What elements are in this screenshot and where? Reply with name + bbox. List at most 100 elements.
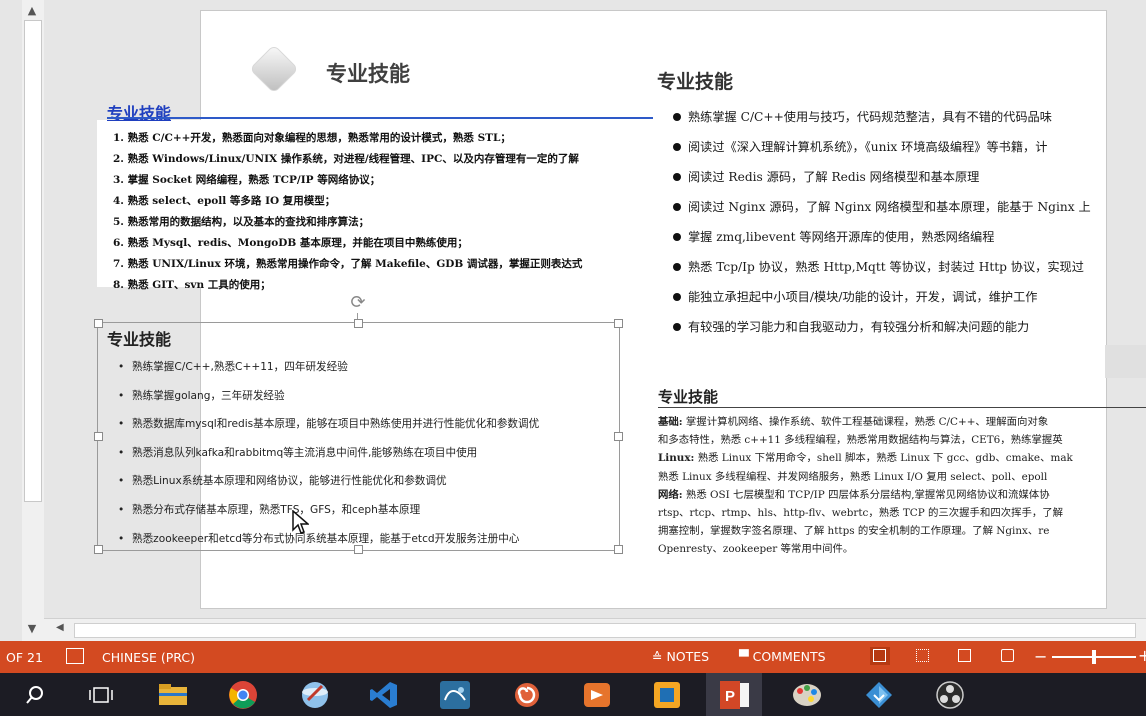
list-item: 7. 熟悉 UNIX/Linux 环境，熟悉常用操作命令，了解 Makefile…: [113, 258, 583, 270]
svg-text:P: P: [725, 688, 735, 705]
scroll-left-icon[interactable]: ◀: [56, 622, 64, 633]
list-item: 阅读过《深入理解计算机系统》，《unix 环境高级编程》等书籍，计: [673, 132, 1146, 162]
zoom-slider-thumb[interactable]: [1092, 650, 1096, 664]
list-item: 8. 熟悉 GIT、svn 工具的使用；: [113, 279, 271, 291]
reading-view-button[interactable]: [955, 647, 975, 665]
slideshow-button[interactable]: [998, 647, 1018, 665]
app-diamond-icon[interactable]: [862, 678, 896, 712]
obs-icon[interactable]: [933, 678, 967, 712]
language-indicator[interactable]: CHINESE (PRC): [102, 650, 195, 665]
resume2-list[interactable]: 熟练掌握 C/C++使用与技巧，代码规范整洁，具有不错的代码品味 阅读过《深入理…: [673, 102, 1146, 342]
list-item: 4. 熟悉 select、epoll 等多路 IO 复用模型；: [113, 195, 336, 207]
comments-button[interactable]: ▀ COMMENTS: [735, 646, 830, 668]
list-item: 能独立承担起中小项目/模块/功能的设计，开发，调试，维护工作: [673, 282, 1146, 312]
paint-icon[interactable]: [790, 678, 824, 712]
list-item-text: 熟练掌握C/C++,熟悉C++11，四年研发经验: [132, 361, 348, 373]
resize-handle[interactable]: [354, 319, 363, 328]
resume1-list: 1. 熟悉 C/C++开发，熟悉面向对象编程的思想，熟悉常用的设计模式，熟悉 S…: [113, 128, 653, 296]
resume1-image[interactable]: 1. 熟悉 C/C++开发，熟悉面向对象编程的思想，熟悉常用的设计模式，熟悉 S…: [97, 120, 652, 291]
text-line: 拥塞控制，掌握数字签名原理、了解 https 的安全机制的工作原理。了解 Ngi…: [658, 525, 1050, 538]
list-item: 熟悉消息队列kafka和rabbitmq等主流消息中间件,能够熟练在项目中使用: [118, 441, 539, 470]
list-item: 熟悉数据库mysql和redis基本原理，能够在项目中熟练使用并进行性能优化和参…: [118, 412, 539, 441]
zoom-in-icon[interactable]: +: [1138, 646, 1146, 665]
scroll-down-icon[interactable]: ▼: [22, 620, 42, 638]
slide-title: 专业技能: [326, 62, 410, 86]
list-item: 熟悉zookeeper和etcd等分布式协同系统基本原理，能基于etcd开发服务…: [118, 527, 539, 556]
list-item-text: 熟悉Linux系统基本原理和网络协议，能够进行性能优化和参数调优: [132, 475, 447, 488]
powerpoint-icon[interactable]: P: [718, 678, 752, 712]
textbox-list[interactable]: 熟练掌握C/C++,熟悉C++11，四年研发经验 熟练掌握golang，三年研发…: [118, 355, 539, 555]
list-item: 6. 熟悉 Mysql、redis、MongoDB 基本原理，并能在项目中熟练使…: [113, 237, 468, 249]
rotate-handle-icon[interactable]: ⟳: [347, 292, 369, 314]
resize-handle[interactable]: [614, 432, 623, 441]
task-view-icon[interactable]: [84, 678, 118, 712]
visual-studio-icon[interactable]: [367, 678, 401, 712]
resume2-title: 专业技能: [657, 71, 734, 93]
spellcheck-icon[interactable]: [66, 648, 84, 664]
app-box-icon[interactable]: [650, 678, 684, 712]
resize-handle[interactable]: [614, 545, 623, 554]
status-bar: OF 21 CHINESE (PRC) ≙ NOTES ▀ COMMENTS −…: [0, 641, 1146, 673]
textbox-title: 专业技能: [107, 330, 172, 349]
comments-label: COMMENTS: [752, 649, 826, 664]
comments-icon: ▀: [739, 649, 753, 664]
resume3-rule: [658, 407, 1146, 408]
list-item: 熟练掌握golang，三年研发经验: [118, 384, 539, 413]
list-item: 熟练掌握C/C++,熟悉C++11，四年研发经验: [118, 355, 539, 384]
text-line: Linux: 熟悉 Linux 下常用命令，shell 脚本，熟悉 Linux …: [658, 452, 1073, 465]
list-item: 3. 掌握 Socket 网络编程，熟悉 TCP/IP 等网络协议；: [113, 174, 381, 186]
chrome-icon[interactable]: [226, 678, 260, 712]
list-item-text: 熟悉消息队列kafka和rabbitmq等主流消息中间件,能够熟练在项目中使用: [132, 446, 478, 459]
scroll-thumb[interactable]: [24, 20, 42, 502]
app-orange-icon[interactable]: [580, 678, 614, 712]
vertical-scrollbar[interactable]: ▲ ▼: [22, 0, 45, 641]
diamond-decoration-icon: [251, 46, 297, 92]
notes-icon: ≙: [652, 649, 667, 664]
list-item: 熟悉Linux系统基本原理和网络协议，能够进行性能优化和参数调优: [118, 469, 539, 498]
list-item: 5. 熟悉常用的数据结构，以及基本的查找和排序算法；: [113, 216, 370, 228]
list-item-text: 熟练掌握golang，三年研发经验: [132, 389, 285, 402]
list-item: 有较强的学习能力和自我驱动力，有较强分析和解决问题的能力: [673, 312, 1146, 342]
notes-button[interactable]: ≙ NOTES: [648, 646, 713, 668]
text-line: 熟悉 Linux 多线程编程、并发网络服务，熟悉 Linux I/O 复用 se…: [658, 470, 1048, 483]
resume3-text[interactable]: 基础: 掌握计算机网络、操作系统、软件工程基础课程，熟悉 C/C++、理解面向对…: [658, 413, 1146, 559]
list-item-text: 熟悉数据库mysql和redis基本原理，能够在项目中熟练使用并进行性能优化和参…: [132, 418, 540, 431]
list-item: 熟悉分布式存储基本原理，熟悉TFS，GFS，和ceph基本原理: [118, 498, 539, 527]
list-item: 掌握 zmq,libevent 等网络开源库的使用，熟悉网络编程: [673, 222, 1146, 252]
slide-sorter-button[interactable]: [913, 647, 933, 665]
scroll-up-icon[interactable]: ▲: [22, 2, 42, 20]
normal-view-icon: [873, 649, 886, 662]
list-item: 1. 熟悉 C/C++开发，熟悉面向对象编程的思想，熟悉常用的设计模式，熟悉 S…: [113, 132, 511, 144]
list-item: 2. 熟悉 Windows/Linux/UNIX 操作系统，对进程/线程管理、I…: [113, 153, 579, 165]
mysql-workbench-icon[interactable]: [438, 678, 472, 712]
list-item-text: 熟悉分布式存储基本原理，熟悉TFS，GFS，和ceph基本原理: [132, 503, 421, 516]
search-icon[interactable]: [18, 678, 52, 712]
normal-view-button[interactable]: [870, 647, 890, 665]
slide-counter[interactable]: OF 21: [6, 650, 43, 665]
text-line: 网络: 熟悉 OSI 七层模型和 TCP/IP 四层体系分层结构,掌握常见网络协…: [658, 488, 1050, 501]
file-explorer-icon[interactable]: [156, 678, 190, 712]
list-item: 阅读过 Nginx 源码，了解 Nginx 网络模型和基本原理，能基于 Ngin…: [673, 192, 1146, 222]
notes-label: NOTES: [666, 649, 710, 664]
text-line: 和多态特性，熟悉 c++11 多线程编程，熟悉常用数据结构与算法，CET6，熟练…: [658, 434, 1063, 447]
zoom-out-icon[interactable]: −: [1034, 647, 1047, 666]
resume3-title: 专业技能: [658, 388, 719, 406]
scroll-track[interactable]: [74, 623, 1136, 638]
resize-handle[interactable]: [94, 319, 103, 328]
horizontal-scrollbar[interactable]: ◀: [44, 618, 1146, 641]
resize-handle[interactable]: [94, 545, 103, 554]
list-item-text: 熟悉zookeeper和etcd等分布式协同系统基本原理，能基于etcd开发服务…: [132, 532, 520, 545]
list-item: 熟练掌握 C/C++使用与技巧，代码规范整洁，具有不错的代码品味: [673, 102, 1146, 132]
resume1-title: 专业技能: [107, 104, 172, 123]
text-line: 基础: 掌握计算机网络、操作系统、软件工程基础课程，熟悉 C/C++、理解面向对…: [658, 416, 1049, 428]
text-line: Openresty、zookeeper 等常用中间件。: [658, 543, 854, 556]
reading-view-icon: [958, 649, 971, 662]
app-blue-icon[interactable]: [298, 678, 332, 712]
resize-handle[interactable]: [94, 432, 103, 441]
resize-handle[interactable]: [614, 319, 623, 328]
list-item: 熟悉 Tcp/Ip 协议，熟悉 Http,Mqtt 等协议，封装过 Http 协…: [673, 252, 1146, 282]
image-edge: [1105, 345, 1146, 378]
taskbar: P: [0, 673, 1146, 716]
list-item: 阅读过 Redis 源码，了解 Redis 网络模型和基本原理: [673, 162, 1146, 192]
app-spiral-icon[interactable]: [510, 678, 544, 712]
